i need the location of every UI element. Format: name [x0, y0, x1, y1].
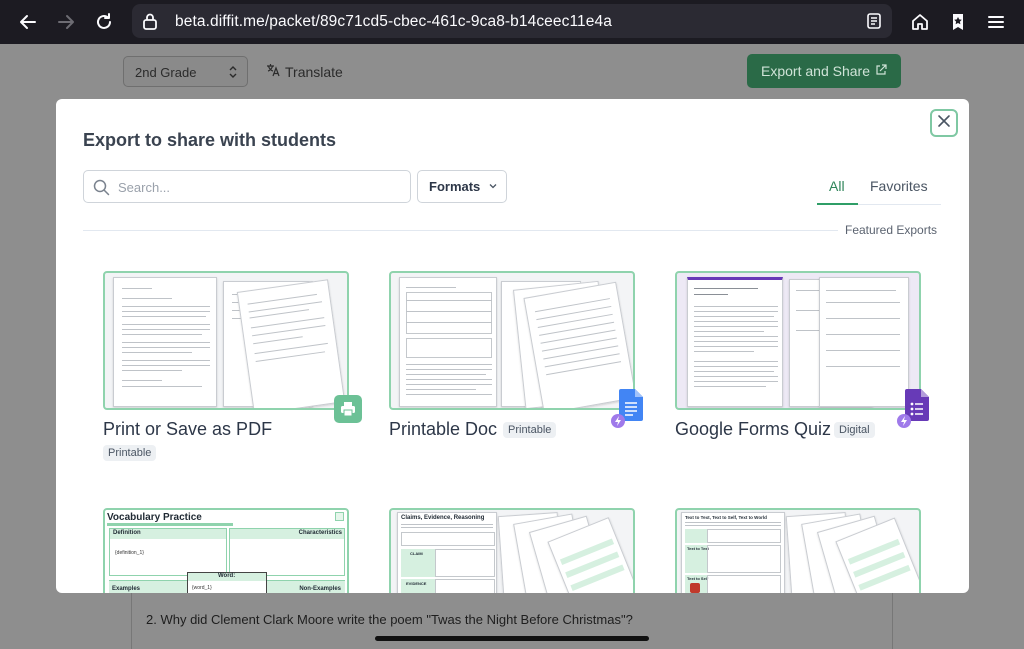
printer-icon: [334, 395, 362, 423]
export-badge: Printable: [103, 445, 157, 461]
export-card-claims-evidence[interactable]: Claims, Evidence, Reasoning CLAIM EVIDEN…: [389, 508, 635, 593]
document-page: Text to Text, Text to Self, Text to Worl…: [681, 512, 785, 593]
export-and-share-button[interactable]: Export and Share: [747, 54, 901, 88]
export-and-share-label: Export and Share: [761, 63, 870, 79]
export-card-printable-doc[interactable]: Printable Doc Printable: [389, 271, 643, 451]
form-page: [687, 277, 783, 407]
grade-select[interactable]: 2nd Grade: [123, 56, 248, 87]
back-arrow-icon[interactable]: [14, 8, 42, 36]
ai-sparkle-icon: [611, 414, 625, 428]
export-thumbnail[interactable]: Vocabulary Practice Definition {definiti…: [103, 508, 349, 593]
active-tab-indicator: [817, 203, 858, 205]
section-divider: [83, 230, 838, 231]
grade-select-value: 2nd Grade: [135, 65, 197, 80]
export-thumbnail[interactable]: [675, 271, 921, 410]
export-thumbnail[interactable]: Text to Text, Text to Self, Text to Worl…: [675, 508, 921, 593]
form-page: [819, 277, 909, 407]
lock-icon[interactable]: [141, 12, 159, 35]
home-icon[interactable]: [906, 8, 934, 36]
thumb-title: Vocabulary Practice: [107, 512, 202, 523]
export-badge: Digital: [834, 422, 875, 438]
export-card-title: Print or Save as PDF: [103, 419, 273, 439]
export-badge: Printable: [503, 422, 557, 438]
ai-sparkle-icon: [897, 414, 911, 428]
menu-icon[interactable]: [982, 8, 1010, 36]
book-icon: [690, 583, 700, 593]
reader-mode-icon[interactable]: [865, 12, 883, 35]
export-card-vocabulary-practice[interactable]: Vocabulary Practice Definition {definiti…: [103, 508, 349, 593]
export-modal: Export to share with students Formats Al…: [56, 99, 969, 593]
document-page: [236, 279, 346, 408]
section-label: Featured Exports: [845, 223, 938, 237]
export-card-print-pdf[interactable]: Print or Save as PDF Printable: [103, 271, 362, 471]
tab-all[interactable]: All: [829, 178, 845, 194]
reload-icon[interactable]: [90, 8, 118, 36]
export-card-text-connections[interactable]: Text to Text, Text to Self, Text to Worl…: [675, 508, 921, 593]
url-bar[interactable]: beta.diffit.me/packet/89c71cd5-cbec-461c…: [132, 4, 892, 38]
export-card-title: Google Forms Quiz: [675, 419, 832, 439]
document-page: [113, 277, 217, 407]
forward-arrow-icon[interactable]: [52, 8, 80, 36]
translate-label: Translate: [285, 63, 343, 80]
export-card-title: Printable Doc: [389, 419, 498, 439]
browser-toolbar: beta.diffit.me/packet/89c71cd5-cbec-461c…: [0, 0, 1024, 44]
chevron-up-down-icon: [227, 64, 239, 85]
thumb-icon: [335, 512, 344, 521]
home-indicator[interactable]: [375, 636, 649, 641]
external-link-icon: [875, 63, 887, 79]
formats-label: Formats: [429, 179, 481, 194]
export-card-google-forms[interactable]: Google Forms Quiz Digital: [675, 271, 929, 451]
export-thumbnail[interactable]: Claims, Evidence, Reasoning CLAIM EVIDEN…: [389, 508, 635, 593]
question-text: 2. Why did Clement Clark Moore write the…: [146, 612, 633, 627]
close-icon: [937, 114, 951, 133]
export-thumbnail[interactable]: [389, 271, 635, 410]
translate-icon: [266, 63, 280, 80]
bookmarks-star-icon[interactable]: [944, 8, 972, 36]
modal-title: Export to share with students: [83, 130, 337, 150]
search-input[interactable]: [118, 178, 398, 196]
document-page: [399, 277, 497, 407]
formats-dropdown[interactable]: Formats: [417, 170, 507, 203]
url-text[interactable]: beta.diffit.me/packet/89c71cd5-cbec-461c…: [175, 13, 612, 31]
search-box[interactable]: [83, 170, 411, 203]
translate-button[interactable]: Translate: [266, 63, 343, 80]
chevron-down-icon: [488, 179, 498, 194]
export-thumbnail[interactable]: [103, 271, 349, 410]
search-icon: [93, 179, 110, 201]
tab-favorites[interactable]: Favorites: [870, 178, 928, 194]
document-page: Claims, Evidence, Reasoning CLAIM EVIDEN…: [397, 512, 497, 593]
close-button[interactable]: [930, 109, 958, 137]
